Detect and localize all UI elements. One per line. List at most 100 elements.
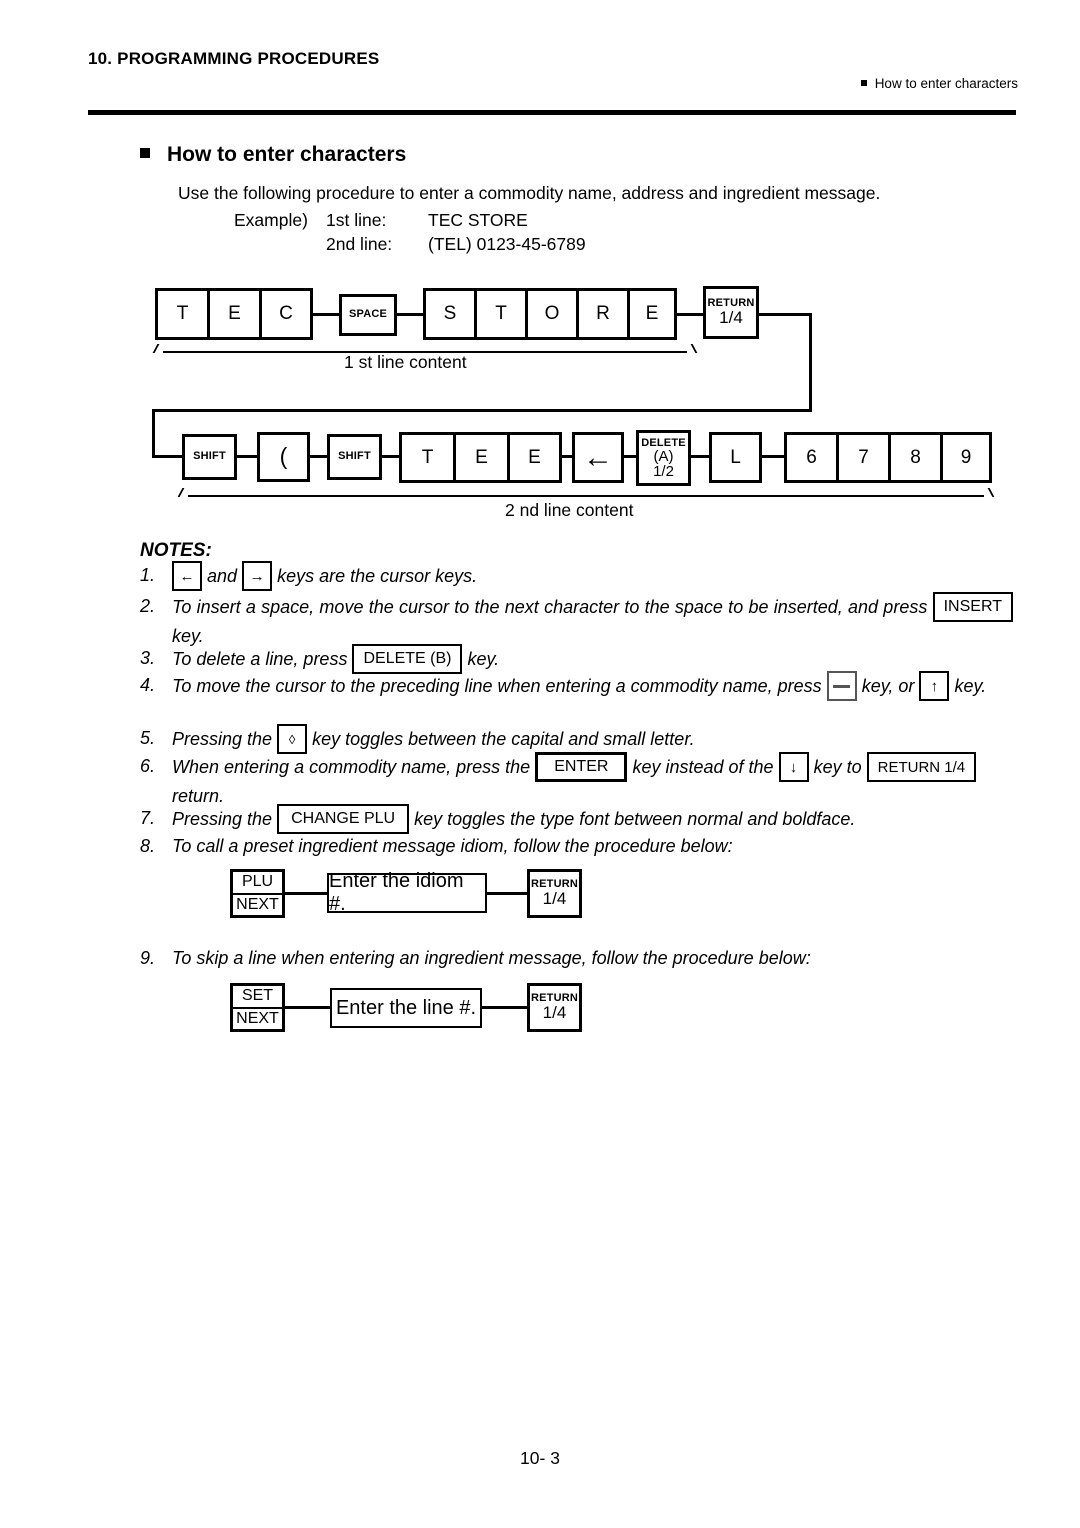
note-1: 1. ← and → keys are the cursor keys. xyxy=(140,561,1020,592)
key-left-arrow[interactable]: ← xyxy=(572,432,624,483)
key-enter[interactable]: ENTER xyxy=(535,752,628,782)
key-set-next[interactable]: SET NEXT xyxy=(230,983,285,1032)
note-4-text-b: key, or xyxy=(861,675,915,696)
key-return-1[interactable]: RETURN 1/4 xyxy=(703,286,759,339)
key-s[interactable]: S xyxy=(426,291,477,337)
key-arrow-up-icon[interactable]: ↑ xyxy=(919,671,950,701)
wire-delete-to-l xyxy=(691,455,709,458)
key-t2[interactable]: T xyxy=(477,291,528,337)
key-o[interactable]: O xyxy=(528,291,579,337)
key-set-top: SET xyxy=(233,986,282,1009)
note-2-number: 2. xyxy=(140,596,156,616)
bullet-square-icon xyxy=(860,80,867,86)
note-7-text-a: Pressing the xyxy=(172,808,273,829)
key-delete-a-bottom: 1/2 xyxy=(653,462,674,480)
page-title: How to enter characters xyxy=(140,143,406,167)
key-delete-b[interactable]: DELETE (B) xyxy=(352,644,463,674)
key-shift-2[interactable]: SHIFT xyxy=(327,434,382,480)
key-9[interactable]: 9 xyxy=(943,435,989,480)
key-group-tee: T E E xyxy=(399,432,562,483)
key-return-flow9-bottom: 1/4 xyxy=(542,1003,567,1023)
key-r[interactable]: R xyxy=(579,291,630,337)
key-8[interactable]: 8 xyxy=(891,435,943,480)
key-arrow-down-icon[interactable]: ↓ xyxy=(778,752,809,782)
note-5-text-b: key toggles between the capital and smal… xyxy=(312,728,695,749)
note-8: 8. To call a preset ingredient message i… xyxy=(140,833,1020,860)
key-e3[interactable]: E xyxy=(456,435,510,480)
key-e4[interactable]: E xyxy=(510,435,559,480)
note-9-number: 9. xyxy=(140,948,156,968)
note-5-text-a: Pressing the xyxy=(172,728,273,749)
note-6-number: 6. xyxy=(140,756,156,776)
key-l[interactable]: L xyxy=(709,432,762,483)
key-insert[interactable]: INSERT xyxy=(932,592,1013,622)
key-delete-a-top: DELETE xyxy=(641,436,686,449)
key-7[interactable]: 7 xyxy=(839,435,891,480)
wire-shift2-to-tee xyxy=(382,455,399,458)
key-return-quarter[interactable]: RETURN 1/4 xyxy=(866,752,977,782)
key-open-paren[interactable]: ( xyxy=(257,432,310,482)
dash-glyph-icon xyxy=(833,684,851,688)
key-space[interactable]: SPACE xyxy=(339,294,397,336)
key-return-1-bottom: 1/4 xyxy=(719,308,743,328)
note-1-text-b: keys are the cursor keys. xyxy=(277,565,478,586)
note-6: 6. When entering a commodity name, press… xyxy=(140,752,1020,810)
key-dash[interactable] xyxy=(826,671,857,701)
note-6-text-a: When entering a commodity name, press th… xyxy=(172,756,531,777)
key-cursor-right-icon[interactable]: → xyxy=(242,561,273,591)
note-5: 5. Pressing the ◊ key toggles between th… xyxy=(140,724,1020,755)
note-3-text-b: key. xyxy=(467,648,500,669)
key-next-bottom-2: NEXT xyxy=(236,1009,279,1027)
header-divider xyxy=(88,110,1016,115)
connector-across-left xyxy=(152,409,812,412)
key-cursor-left-icon[interactable]: ← xyxy=(172,561,202,591)
page-title-text: How to enter characters xyxy=(167,143,407,166)
wire-space-to-store xyxy=(397,313,423,316)
note-7-number: 7. xyxy=(140,808,156,828)
key-group-digits: 6 7 8 9 xyxy=(784,432,992,483)
wire-flow9-a xyxy=(285,1006,330,1009)
key-delete-a[interactable]: DELETE (A) 1/2 xyxy=(636,430,691,486)
wire-paren-to-shift2 xyxy=(310,455,327,458)
page-number: 10- 3 xyxy=(520,1448,560,1468)
key-c[interactable]: C xyxy=(262,291,310,337)
note-3-text-a: To delete a line, press xyxy=(172,648,348,669)
connector-return-right xyxy=(759,313,812,316)
key-return-flow8[interactable]: RETURN 1/4 xyxy=(527,869,582,918)
example-row-2-line: 2nd line: xyxy=(326,234,393,254)
key-next-bottom: NEXT xyxy=(236,895,279,913)
note-8-number: 8. xyxy=(140,836,156,856)
key-group-tec: T E C xyxy=(155,288,313,340)
wire-tee-to-leftarrow xyxy=(562,455,572,458)
connector-down-left xyxy=(152,409,155,457)
brace-line1-label: 1 st line content xyxy=(344,352,467,372)
key-diamond-icon[interactable]: ◊ xyxy=(277,724,308,754)
note-4-text-a: To move the cursor to the preceding line… xyxy=(172,675,822,696)
example-label: Example) xyxy=(234,210,308,230)
key-return-flow8-bottom: 1/4 xyxy=(542,889,567,909)
key-return-flow9[interactable]: RETURN 1/4 xyxy=(527,983,582,1032)
key-t[interactable]: T xyxy=(158,291,210,337)
brace-line2 xyxy=(177,488,995,500)
flow9-middle-box[interactable]: Enter the line #. xyxy=(330,988,482,1028)
note-6-text-c: key to xyxy=(813,756,862,777)
key-change-plu[interactable]: CHANGE PLU xyxy=(277,804,410,834)
note-1-text-a: and xyxy=(207,565,238,586)
connector-down-right xyxy=(809,313,812,412)
key-shift-1[interactable]: SHIFT xyxy=(182,434,237,480)
chapter-heading: 10. PROGRAMMING PROCEDURES xyxy=(88,49,380,68)
key-e2[interactable]: E xyxy=(630,291,674,337)
wire-tec-to-space xyxy=(313,313,339,316)
note-4: 4. To move the cursor to the preceding l… xyxy=(140,671,1020,702)
key-plu-next[interactable]: PLU NEXT xyxy=(230,869,285,918)
note-4-number: 4. xyxy=(140,675,156,695)
wire-flow9-b xyxy=(482,1006,527,1009)
note-7: 7. Pressing the CHANGE PLU key toggles t… xyxy=(140,804,1020,835)
key-e[interactable]: E xyxy=(210,291,262,337)
wire-flow8-b xyxy=(487,892,527,895)
key-6[interactable]: 6 xyxy=(787,435,839,480)
header-running-title: How to enter characters xyxy=(860,76,1018,91)
flow8-middle-box[interactable]: Enter the idiom #. xyxy=(327,870,487,915)
note-3: 3. To delete a line, press DELETE (B) ke… xyxy=(140,644,1020,675)
key-t3[interactable]: T xyxy=(402,435,456,480)
